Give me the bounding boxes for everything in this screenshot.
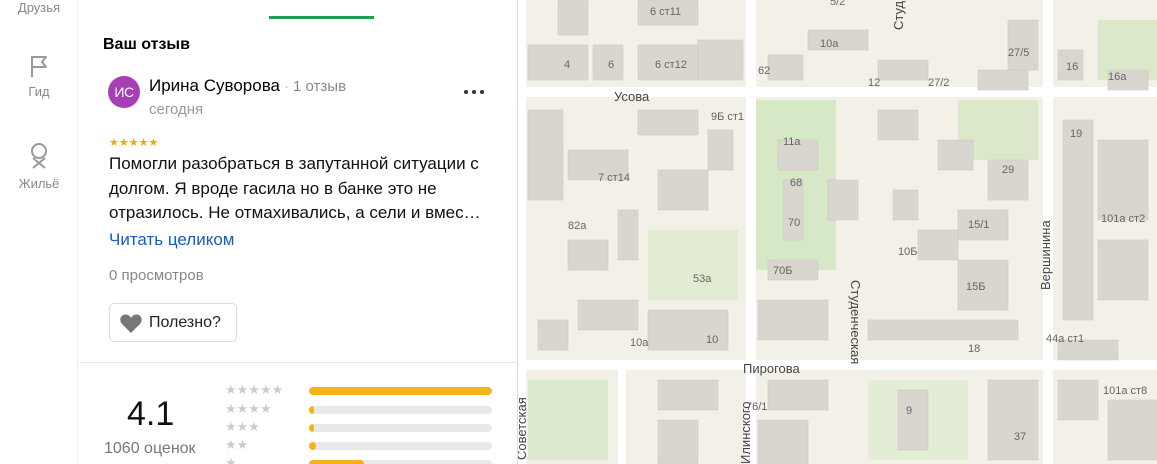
- street-label-vershinina: Вершинина: [1038, 220, 1053, 290]
- nav-friends-label: Друзья: [17, 0, 61, 15]
- rating-distribution-row: ★★★: [225, 419, 495, 434]
- rating-distribution-fill: [309, 460, 364, 464]
- house-number-label: 18: [968, 343, 980, 355]
- street-label-pirogova: Пирогова: [743, 361, 801, 376]
- rating-distribution-fill: [309, 442, 317, 450]
- house-number-label: 101а ст2: [1101, 213, 1145, 225]
- heart-icon: [120, 313, 142, 333]
- house-number-label: 37: [1014, 431, 1026, 443]
- rating-distribution-stars: ★★★: [225, 419, 260, 434]
- nav-housing[interactable]: Жильё: [0, 140, 78, 191]
- map[interactable]: Усова Пирогова Студенческая Вершинина Ст…: [517, 0, 1157, 464]
- house-number-label: 44а ст1: [1046, 333, 1084, 345]
- review-text: Помогли разобраться в запутанной ситуаци…: [109, 154, 481, 222]
- rating-distribution-bar: [309, 460, 492, 464]
- house-number-label: 7 ст14: [598, 172, 630, 184]
- rating-distribution-row: ★★★★: [225, 401, 495, 416]
- house-number-label: 16а: [1108, 71, 1127, 83]
- rating-distribution-bar: [309, 406, 492, 414]
- rating-distribution-fill: [309, 387, 492, 395]
- review-stars: ★★★★★: [109, 137, 159, 149]
- street-label-usova: Усова: [614, 89, 650, 104]
- house-number-label: 10а: [820, 38, 839, 50]
- house-number-label: 29: [1002, 164, 1014, 176]
- useful-button[interactable]: Полезно?: [109, 303, 237, 342]
- left-navigation: Друзья Гид Жильё: [0, 0, 78, 464]
- dot-icon: [472, 90, 476, 94]
- house-number-label: 70: [788, 217, 800, 229]
- house-number-label: 6 ст11: [650, 6, 681, 18]
- house-number-label: 9Б ст1: [711, 111, 744, 123]
- house-number-label: 10: [706, 334, 718, 346]
- house-number-label: 9: [906, 405, 912, 417]
- house-number-label: 15Б: [966, 281, 985, 293]
- house-number-label: 82а: [568, 220, 587, 232]
- house-number-label: 10Б: [898, 246, 917, 258]
- author-name[interactable]: Ирина Суворова: [149, 76, 280, 95]
- author-review-count[interactable]: 1 отзыв: [293, 78, 346, 95]
- rating-distribution-row: ★★★★★: [225, 382, 495, 397]
- dot-icon: [480, 90, 484, 94]
- rating-distribution-bar: [309, 424, 492, 432]
- house-number-label: 62: [758, 65, 770, 77]
- street-label-studencheskaya: Студенческая: [848, 280, 863, 364]
- house-number-label: 12: [868, 77, 880, 89]
- house-number-label: 53а: [693, 273, 712, 285]
- nav-guide[interactable]: Гид: [0, 52, 78, 99]
- house-number-label: 19: [1070, 128, 1082, 140]
- rating-distribution-stars: ★: [225, 455, 237, 464]
- rating-distribution-stars: ★★★★: [225, 401, 272, 416]
- house-number-label: 68: [790, 177, 802, 189]
- avatar-initials: ИС: [114, 84, 134, 100]
- review-date: сегодня: [149, 101, 204, 118]
- house-number-label: 27/2: [928, 77, 949, 89]
- rating-distribution-stars: ★★★★★: [225, 382, 284, 397]
- house-number-label: 5/2: [830, 0, 845, 8]
- rating-count: 1060 оценок: [104, 440, 196, 457]
- more-options-button[interactable]: [464, 84, 488, 100]
- house-number-label: 27/5: [1008, 47, 1029, 59]
- section-title: Ваш отзыв: [103, 36, 190, 53]
- views-count: 0 просмотров: [109, 267, 204, 284]
- rating-distribution-fill: [309, 406, 315, 414]
- avatar[interactable]: ИС: [108, 76, 140, 108]
- rating-distribution-row: ★: [225, 455, 495, 464]
- map-canvas[interactable]: Усова Пирогова Студенческая Вершинина Ст…: [518, 0, 1157, 464]
- house-number-label: 70Б: [773, 265, 792, 277]
- house-number-label: 6: [608, 59, 614, 71]
- house-number-label: 4: [564, 59, 570, 71]
- rating-distribution-bar: [309, 442, 492, 450]
- rating-distribution-fill: [309, 424, 315, 432]
- nav-friends[interactable]: Друзья: [0, 0, 78, 15]
- street-label-stud-top: Студ: [891, 0, 906, 30]
- active-tab-indicator: [269, 16, 374, 19]
- review-panel: Ваш отзыв ИС Ирина Суворова · 1 отзыв сего…: [79, 0, 517, 464]
- house-number-label: 15/1: [968, 219, 989, 231]
- nav-housing-label: Жильё: [18, 176, 60, 191]
- house-number-label: 101а ст8: [1103, 385, 1147, 397]
- rating-value: 4.1: [127, 395, 175, 433]
- rating-distribution-bar: [309, 387, 492, 395]
- nav-guide-label: Гид: [28, 84, 50, 99]
- house-number-label: 11а: [783, 136, 801, 148]
- house-number-label: 76/1: [746, 401, 767, 413]
- house-number-label: 6 ст12: [655, 59, 687, 71]
- author-line: Ирина Суворова · 1 отзыв: [149, 76, 346, 96]
- house-number-label: 10а: [630, 337, 649, 349]
- rating-distribution-row: ★★: [225, 437, 495, 452]
- street-label-sovetskaya: Советская: [518, 397, 529, 460]
- rating-distribution-stars: ★★: [225, 437, 249, 452]
- rating-summary: 4.1 1060 оценок ★★★★★ ★★★★ ★★★ ★★ ★: [79, 363, 517, 464]
- housing-icon: [31, 143, 47, 169]
- author-separator: ·: [284, 78, 290, 95]
- read-more-link[interactable]: Читать целиком: [109, 230, 235, 250]
- house-number-label: 16: [1066, 61, 1078, 73]
- dot-icon: [464, 90, 468, 94]
- flag-icon: [31, 56, 47, 77]
- useful-label: Полезно?: [149, 313, 221, 331]
